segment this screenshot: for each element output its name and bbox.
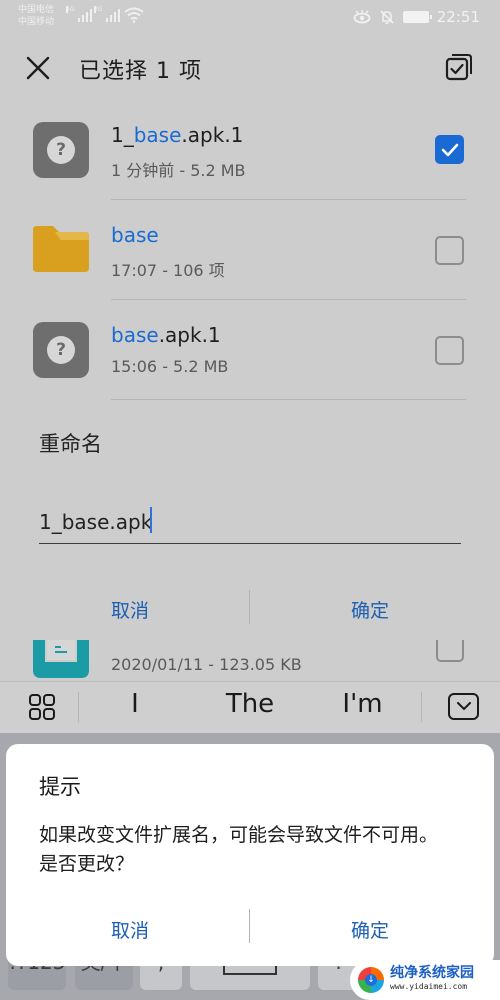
- unknown-file-icon: ?: [33, 322, 89, 378]
- watermark: ↓ 纯净系统家园 www.yidaimei.com: [350, 960, 500, 1000]
- file-meta: 2020/01/11 - 123.05 KB: [111, 655, 302, 674]
- suggestion-1[interactable]: I: [100, 689, 170, 719]
- file-meta: 1 分钟前 - 5.2 MB: [111, 161, 246, 180]
- wifi-icon: [124, 7, 144, 23]
- carrier-labels: 中国电信 中国移动: [18, 4, 54, 28]
- text-caret: [150, 507, 152, 533]
- suggestion-divider: [78, 692, 79, 722]
- page-title: 已选择 1 项: [79, 59, 202, 84]
- select-all-icon[interactable]: [444, 52, 474, 82]
- status-bar: 中国电信 中国移动 4G 2G 22:51: [0, 0, 500, 36]
- file-checkbox[interactable]: [435, 336, 464, 365]
- file-name-suffix: .apk.1: [158, 323, 221, 347]
- signal-icon: 2G: [94, 6, 120, 22]
- clock: 22:51: [436, 8, 480, 26]
- folder-row[interactable]: base 17:07 - 106 项: [0, 200, 500, 300]
- suggestion-2[interactable]: The: [200, 689, 300, 719]
- checkmark-icon: [441, 143, 458, 156]
- file-name: 1_base.apk.1: [111, 123, 243, 147]
- watermark-logo-icon: ↓: [358, 967, 384, 993]
- rename-input[interactable]: [39, 500, 461, 544]
- mute-bell-icon: [380, 10, 394, 24]
- space-bar-icon: [223, 966, 277, 975]
- search-highlight: base: [133, 123, 182, 147]
- alert-confirm-button[interactable]: 确定: [280, 912, 460, 946]
- rename-cancel-button[interactable]: 取消: [40, 592, 220, 626]
- eye-comfort-icon: [353, 10, 371, 24]
- file-checkbox[interactable]: [435, 135, 464, 164]
- file-meta: 15:06 - 5.2 MB: [111, 357, 229, 376]
- alert-cancel-button[interactable]: 取消: [40, 912, 220, 946]
- question-mark-icon: ?: [47, 336, 75, 364]
- watermark-name: 纯净系统家园: [390, 965, 474, 981]
- list-divider: [111, 399, 466, 400]
- file-row[interactable]: ? base.apk.1 15:06 - 5.2 MB: [0, 300, 500, 400]
- button-divider: [249, 590, 250, 624]
- carrier-1: 中国电信: [18, 5, 55, 15]
- file-meta: 17:07 - 106 项: [111, 261, 225, 280]
- file-checkbox[interactable]: [435, 236, 464, 265]
- question-mark-icon: ?: [47, 136, 75, 164]
- button-divider: [249, 909, 250, 943]
- file-name-prefix: 1_: [111, 123, 134, 147]
- suggestion-3[interactable]: I'm: [325, 689, 400, 719]
- network-type-2: 2G: [94, 6, 103, 13]
- status-right: 22:51: [353, 8, 480, 26]
- file-checkbox[interactable]: [436, 640, 464, 662]
- rename-confirm-button[interactable]: 确定: [280, 592, 460, 626]
- file-name: base: [111, 223, 159, 247]
- file-name: base.apk.1: [111, 323, 221, 347]
- keyboard-menu-icon[interactable]: [28, 693, 56, 721]
- unknown-file-icon: ?: [33, 122, 89, 178]
- signal-icon: 4G: [66, 6, 92, 22]
- alert-title: 提示: [39, 775, 81, 799]
- document-icon: [33, 640, 89, 678]
- watermark-url: www.yidaimei.com: [390, 982, 468, 991]
- chevron-down-icon: [456, 702, 471, 711]
- suggestion-divider: [421, 692, 422, 722]
- search-highlight: base: [111, 323, 159, 347]
- carrier-2: 中国移动: [18, 17, 55, 27]
- network-type-1: 4G: [66, 6, 75, 13]
- file-name-suffix: .apk.1: [181, 123, 244, 147]
- close-icon[interactable]: [24, 54, 52, 82]
- file-row[interactable]: ? 1_base.apk.1 1 分钟前 - 5.2 MB: [0, 100, 500, 200]
- alert-message: 如果改变文件扩展名，可能会导致文件不可用。是否更改？: [39, 824, 439, 875]
- battery-icon: [402, 11, 432, 23]
- search-highlight: base: [111, 223, 159, 247]
- folder-icon: [33, 226, 89, 272]
- keyboard-collapse-button[interactable]: [448, 693, 479, 720]
- rename-dialog-title: 重命名: [39, 432, 102, 456]
